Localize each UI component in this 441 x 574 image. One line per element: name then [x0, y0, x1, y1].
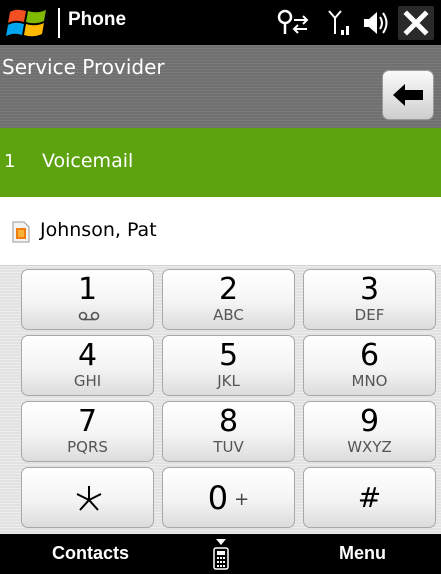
asterisk-icon: [76, 486, 102, 511]
key-1[interactable]: 1: [21, 269, 154, 330]
key-plus: +: [234, 489, 250, 510]
dial-keypad: 1 2 ABC 3 DEF 4 GHI 5 JKL 6 MNO 7 PQRS 8…: [0, 266, 441, 534]
key-6[interactable]: 6 MNO: [303, 335, 436, 396]
key-digit: 3: [359, 272, 380, 307]
key-letters: JKL: [217, 372, 240, 390]
key-letters: TUV: [213, 438, 244, 456]
key-3[interactable]: 3 DEF: [303, 269, 436, 330]
header-title: Service Provider: [2, 55, 165, 79]
title-separator: [58, 8, 60, 38]
key-letters: WXYZ: [347, 438, 392, 456]
voicemail-icon: [78, 311, 100, 321]
speed-dial-number: 1: [4, 151, 16, 172]
speed-dial-voicemail[interactable]: 1 Voicemail: [0, 128, 441, 197]
contact-item[interactable]: Johnson, Pat: [0, 197, 441, 266]
backspace-button[interactable]: [382, 70, 434, 120]
backspace-arrow-icon: [393, 84, 423, 106]
contact-card-icon: [12, 221, 30, 243]
key-digit: 6: [359, 338, 380, 373]
key-2[interactable]: 2 ABC: [162, 269, 295, 330]
app-title: Phone: [68, 9, 127, 30]
key-zero-label: 0 +: [163, 480, 294, 518]
softkey-bar: Contacts Menu: [0, 534, 441, 574]
close-button[interactable]: [398, 6, 434, 40]
key-7[interactable]: 7 PQRS: [21, 401, 154, 462]
key-8[interactable]: 8 TUV: [162, 401, 295, 462]
speed-dial-label: Voicemail: [42, 150, 134, 172]
title-bar: Phone: [0, 0, 441, 45]
volume-icon[interactable]: [361, 8, 389, 38]
key-9[interactable]: 9 WXYZ: [303, 401, 436, 462]
key-digit: 8: [218, 404, 239, 439]
dial-header: Service Provider: [0, 45, 441, 128]
contact-name: Johnson, Pat: [40, 219, 157, 241]
key-digit: 0: [207, 479, 229, 517]
key-symbol: #: [357, 481, 382, 514]
menu-softkey[interactable]: Menu: [339, 543, 386, 564]
key-letters: ABC: [213, 306, 244, 324]
key-hash[interactable]: #: [303, 467, 436, 528]
signal-icon[interactable]: [327, 8, 351, 38]
key-digit: 5: [218, 338, 239, 373]
key-letters: DEF: [354, 306, 385, 324]
key-5[interactable]: 5 JKL: [162, 335, 295, 396]
key-4[interactable]: 4 GHI: [21, 335, 154, 396]
contacts-softkey[interactable]: Contacts: [52, 543, 129, 564]
close-icon: [403, 10, 429, 36]
key-0[interactable]: 0 +: [162, 467, 295, 528]
key-digit: 9: [359, 404, 380, 439]
key-digit: 2: [218, 272, 239, 307]
key-letters: MNO: [351, 372, 388, 390]
key-digit: 4: [77, 338, 98, 373]
key-letters: PQRS: [67, 438, 108, 456]
key-letters: GHI: [73, 372, 102, 390]
keyboard-toggle-icon[interactable]: [213, 538, 229, 570]
key-digit: 1: [77, 272, 98, 307]
key-digit: 7: [77, 404, 98, 439]
windows-start-icon[interactable]: [6, 6, 50, 40]
connectivity-icon[interactable]: [276, 8, 310, 38]
key-star[interactable]: *: [21, 467, 154, 528]
